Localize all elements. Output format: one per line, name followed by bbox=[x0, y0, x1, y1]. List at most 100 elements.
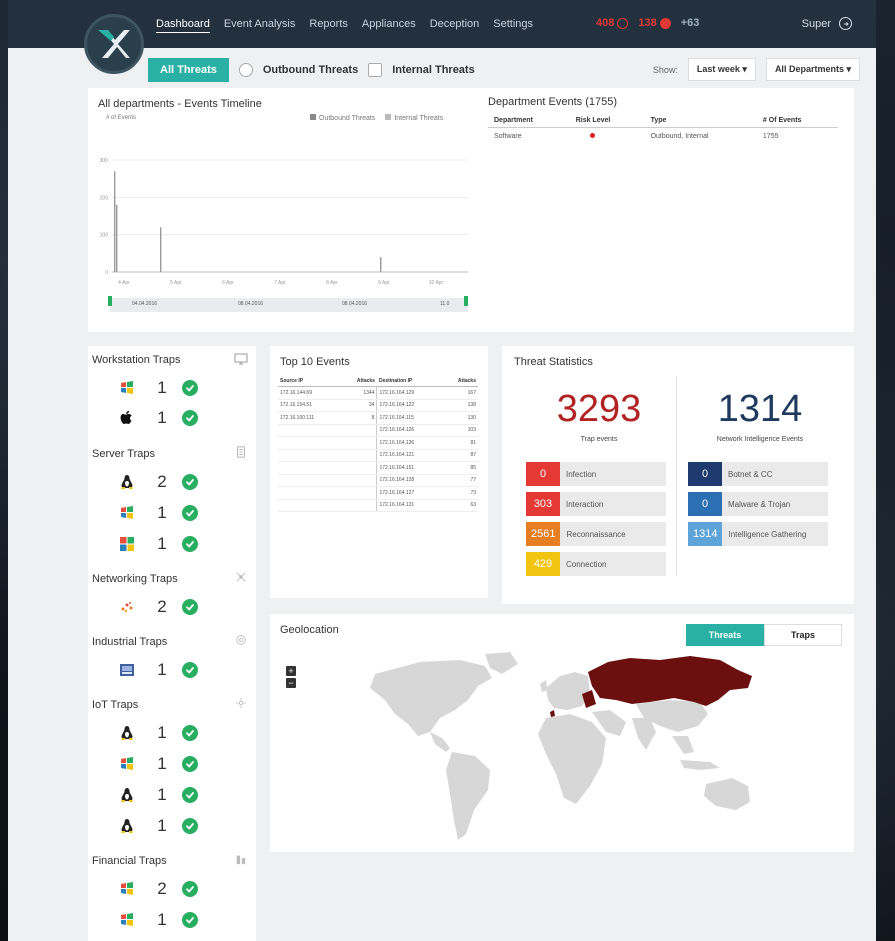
trap-row[interactable]: 1 bbox=[118, 376, 198, 400]
table-row[interactable]: 172.16.100.111 8 172.16.164.115 130 bbox=[278, 411, 478, 425]
stat-row[interactable]: 2561 Reconnaissance bbox=[526, 522, 666, 546]
table-row[interactable]: 172.16.164.136 81 bbox=[278, 436, 478, 450]
col-events[interactable]: # Of Events bbox=[756, 114, 838, 128]
trap-row[interactable]: 1 bbox=[118, 752, 198, 776]
app-logo[interactable] bbox=[84, 14, 144, 74]
table-row[interactable]: 172.16.164.131 63 bbox=[278, 499, 478, 512]
stat-row[interactable]: 0 Botnet & CC bbox=[688, 462, 828, 486]
type-cell: Outbound, Internal bbox=[650, 133, 709, 140]
alert-counter-1[interactable]: 408 bbox=[596, 17, 629, 29]
table-row[interactable]: 172.16.144.69 1344 172.16.164.129 167 bbox=[278, 386, 478, 400]
department-select[interactable]: All Departments ▾ bbox=[765, 58, 860, 81]
risk-high-icon bbox=[589, 133, 595, 138]
table-row[interactable]: 172.16.164.128 77 bbox=[278, 474, 478, 487]
trap-row[interactable]: 1 bbox=[118, 814, 198, 838]
alert-counter-3[interactable]: +63 bbox=[681, 17, 700, 29]
world-map[interactable] bbox=[270, 614, 854, 852]
timeline-range-slider[interactable]: 04.04.2016 08.04.2016 08.04.2016 11.0 bbox=[108, 296, 468, 312]
trap-events-count: 3293 bbox=[556, 388, 642, 430]
stat-row[interactable]: 0 Malware & Trojan bbox=[688, 492, 828, 516]
stat-row[interactable]: 429 Connection bbox=[526, 552, 666, 576]
col-type[interactable]: Type bbox=[644, 114, 757, 128]
trap-row[interactable]: 2 bbox=[118, 470, 198, 494]
timeline-bar[interactable] bbox=[160, 227, 162, 272]
x-tick-label: 7 Apr bbox=[274, 280, 286, 286]
source-attacks-cell bbox=[340, 461, 377, 475]
col-department[interactable]: Department bbox=[488, 114, 570, 128]
legend-outbound[interactable]: Outbound Threats bbox=[310, 114, 375, 122]
trap-row[interactable]: 1 bbox=[118, 721, 198, 745]
nav-reports[interactable]: Reports bbox=[309, 18, 348, 33]
legend-internal[interactable]: Internal Threats bbox=[385, 114, 443, 122]
destination-attacks-cell: 77 bbox=[441, 474, 478, 487]
destination-attacks-cell: 73 bbox=[441, 486, 478, 500]
destination-attacks-cell: 103 bbox=[441, 424, 478, 437]
alert-counters: 408 138 +63 bbox=[596, 17, 699, 29]
table-row[interactable]: 172.16.164.127 73 bbox=[278, 486, 478, 500]
nav-appliances[interactable]: Appliances bbox=[362, 18, 416, 33]
source-attacks-cell: 8 bbox=[340, 411, 377, 425]
table-row[interactable]: 172.16.164.121 87 bbox=[278, 449, 478, 462]
source-attacks-cell: 1344 bbox=[340, 386, 377, 400]
trap-row[interactable]: 2 bbox=[118, 595, 198, 619]
table-row[interactable]: Software Outbound, Internal 1755 bbox=[488, 128, 838, 146]
timeline-bar[interactable] bbox=[380, 257, 382, 272]
period-select[interactable]: Last week ▾ bbox=[687, 58, 756, 81]
tab-internal-threats[interactable]: Internal Threats bbox=[392, 64, 475, 76]
alert-circle-icon bbox=[659, 17, 671, 29]
table-row[interactable]: 172.16.164.126 103 bbox=[278, 424, 478, 437]
col-risk-level[interactable]: Risk Level bbox=[569, 114, 645, 128]
nav-event-analysis[interactable]: Event Analysis bbox=[224, 18, 296, 33]
stat-row[interactable]: 1314 Intelligence Gathering bbox=[688, 522, 828, 546]
range-handle-right[interactable] bbox=[464, 296, 468, 306]
col-destination-ip[interactable]: Destination IP bbox=[376, 376, 442, 387]
nav-deception[interactable]: Deception bbox=[430, 18, 480, 33]
map-indonesia bbox=[680, 760, 720, 770]
range-label-1: 04.04.2016 bbox=[132, 301, 158, 307]
alert-counter-1-value: 408 bbox=[596, 17, 615, 29]
destination-attacks-cell: 63 bbox=[441, 499, 478, 512]
nav-dashboard[interactable]: Dashboard bbox=[156, 18, 210, 33]
x-tick-label: 4 Apr bbox=[118, 280, 130, 286]
show-filters: Show: Last week ▾ All Departments ▾ bbox=[653, 58, 860, 81]
trap-row[interactable]: 1 bbox=[118, 908, 198, 932]
timeline-bar[interactable] bbox=[116, 204, 118, 272]
stat-row[interactable]: 303 Interaction bbox=[526, 492, 666, 516]
alert-counter-2[interactable]: 138 bbox=[638, 17, 671, 29]
destination-ip-cell: 172.16.164.136 bbox=[376, 436, 442, 450]
table-header-row: Department Risk Level Type # Of Events bbox=[488, 114, 838, 128]
stat-row[interactable]: 0 Infection bbox=[526, 462, 666, 486]
source-ip-cell bbox=[278, 436, 341, 450]
col-destination-attacks[interactable]: Attacks bbox=[441, 376, 478, 387]
stat-label: Malware & Trojan bbox=[728, 499, 791, 509]
trap-row[interactable]: 1 bbox=[118, 406, 198, 430]
nav-settings[interactable]: Settings bbox=[493, 18, 533, 33]
source-ip-cell bbox=[278, 486, 341, 500]
col-source-ip[interactable]: Source IP bbox=[278, 376, 341, 387]
geolocation-card: Geolocation Threats Traps + − bbox=[270, 614, 854, 852]
trap-row[interactable]: 1 bbox=[118, 783, 198, 807]
logout-icon[interactable] bbox=[839, 17, 852, 30]
tab-outbound-threats[interactable]: Outbound Threats bbox=[263, 64, 358, 76]
industrial-device-icon bbox=[118, 661, 136, 679]
outbound-icon bbox=[238, 63, 253, 77]
destination-attacks-cell: 130 bbox=[441, 411, 478, 425]
col-source-attacks[interactable]: Attacks bbox=[340, 376, 377, 387]
range-handle-left[interactable] bbox=[108, 296, 112, 306]
check-icon bbox=[182, 912, 198, 928]
network-icon bbox=[236, 572, 246, 582]
trap-row[interactable]: 1 bbox=[118, 532, 198, 556]
trap-row[interactable]: 1 bbox=[118, 501, 198, 525]
source-ip-cell: 172.16.144.69 bbox=[278, 386, 341, 400]
user-menu[interactable]: Super bbox=[802, 17, 852, 30]
trap-row[interactable]: 1 bbox=[118, 658, 198, 682]
table-row[interactable]: 172.16.164.151 85 bbox=[278, 461, 478, 475]
trap-row[interactable]: 2 bbox=[118, 877, 198, 901]
timeline-bar[interactable] bbox=[114, 171, 116, 272]
stat-label: Intelligence Gathering bbox=[728, 529, 807, 539]
workstation-traps-title: Workstation Traps bbox=[92, 354, 181, 366]
destination-ip-cell: 172.16.164.127 bbox=[376, 486, 442, 500]
tab-all-threats[interactable]: All Threats bbox=[148, 58, 229, 82]
table-row[interactable]: 172.16.154.51 34 172.16.164.122 138 bbox=[278, 399, 478, 412]
stat-value-badge: 0 bbox=[688, 462, 722, 486]
